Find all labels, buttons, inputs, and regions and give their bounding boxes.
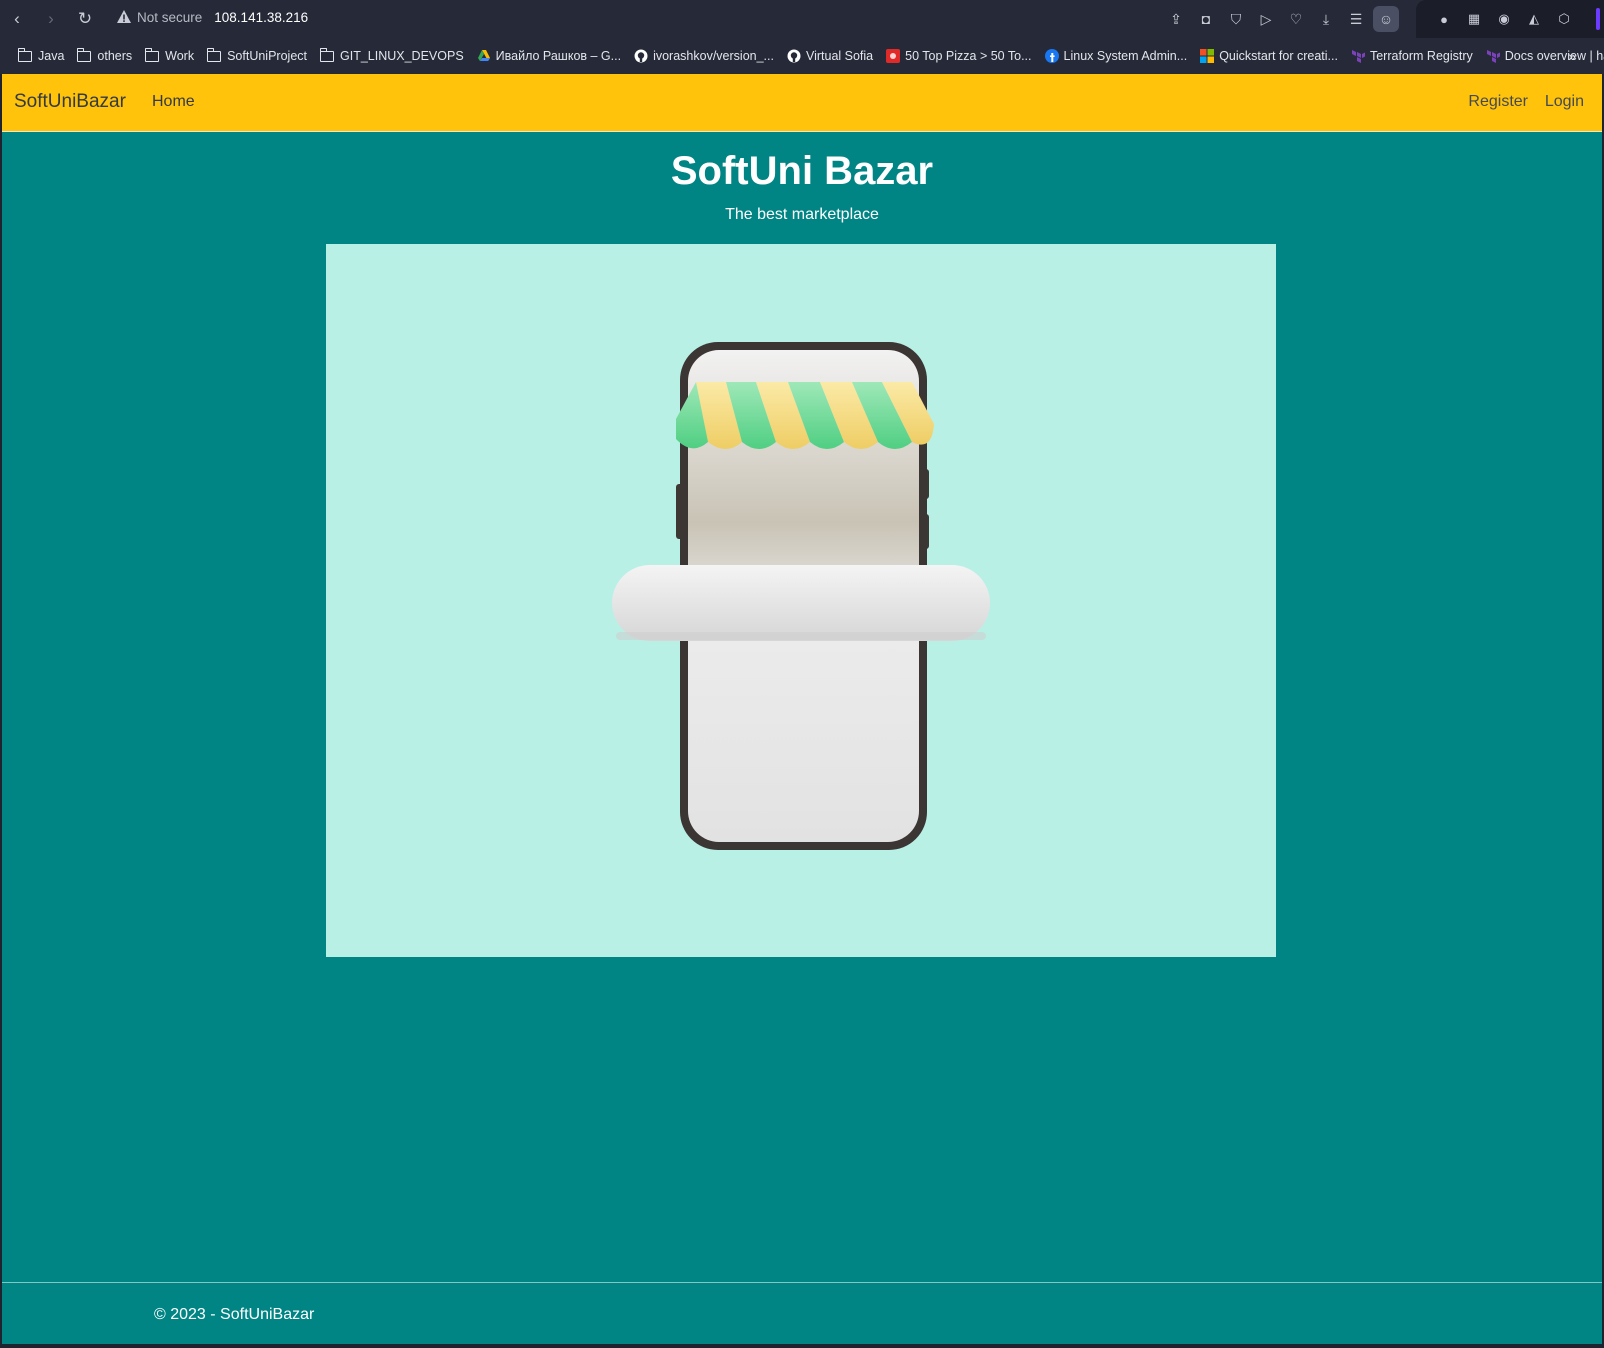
- extension-circle-icon[interactable]: ◉: [1492, 7, 1516, 31]
- github-icon: [634, 49, 648, 63]
- terraform-icon: [1486, 50, 1500, 63]
- play-icon[interactable]: ▷: [1253, 6, 1279, 32]
- hero-image: [326, 244, 1276, 957]
- phone-shop-illustration: [612, 342, 990, 850]
- share-icon[interactable]: ⇪: [1163, 6, 1189, 32]
- page-viewport: SoftUniBazar Home Register Login SoftUni…: [2, 74, 1602, 1344]
- brand-link[interactable]: SoftUniBazar: [14, 91, 126, 113]
- github-icon: [787, 49, 801, 63]
- page-subtitle: The best marketplace: [725, 206, 879, 223]
- facebook-icon: [1044, 49, 1059, 63]
- menu-icon[interactable]: ☰: [1343, 6, 1369, 32]
- browser-toolbar: ‹ › ↻ Not secure 108.141.38.216 ⇪ ◘ ⛉ ▷ …: [0, 0, 1604, 38]
- bookmark-folder[interactable]: SoftUniProject: [206, 47, 307, 63]
- footer-divider: [2, 1282, 1602, 1283]
- site-navbar: SoftUniBazar Home Register Login: [2, 74, 1602, 132]
- sidebar-handle[interactable]: [1596, 8, 1600, 30]
- awning: [676, 382, 934, 449]
- microsoft-icon: [1200, 49, 1215, 63]
- shield-icon[interactable]: ⛉: [1223, 6, 1249, 32]
- bookmarks-bar: Java others Work SoftUniProject GIT_LINU…: [0, 38, 1604, 74]
- folder-icon: [17, 47, 32, 62]
- forward-icon[interactable]: ›: [34, 4, 68, 34]
- folder-icon: [77, 47, 92, 62]
- address-bar[interactable]: Not secure 108.141.38.216: [116, 9, 308, 25]
- profile-icon[interactable]: ☺: [1373, 6, 1399, 32]
- bookmark-link[interactable]: 50 Top Pizza > 50 To...: [886, 49, 1032, 63]
- pizza-icon: [886, 49, 901, 63]
- extension-grid-icon[interactable]: ▦: [1462, 7, 1486, 31]
- bookmark-link[interactable]: Docs overview | has...: [1486, 49, 1604, 63]
- nav-login-link[interactable]: Login: [1545, 93, 1584, 111]
- bookmark-link[interactable]: Quickstart for creati...: [1200, 49, 1338, 63]
- bookmark-folder[interactable]: others: [77, 47, 132, 63]
- nav-register-link[interactable]: Register: [1468, 93, 1528, 111]
- heart-icon[interactable]: ♡: [1283, 6, 1309, 32]
- bookmark-folder[interactable]: GIT_LINUX_DEVOPS: [319, 47, 464, 63]
- nav-home-link[interactable]: Home: [152, 93, 195, 111]
- page-title: SoftUni Bazar: [670, 149, 934, 193]
- cube-icon[interactable]: ⬡: [1552, 7, 1576, 31]
- footer-copyright: © 2023 - SoftUniBazar: [154, 1306, 315, 1323]
- bookmark-link[interactable]: Linux System Admin...: [1044, 49, 1187, 63]
- bookmark-link[interactable]: Ивайло Рашков – G...: [477, 49, 621, 63]
- terraform-icon: [1351, 50, 1365, 63]
- folder-icon: [206, 47, 222, 62]
- warning-icon: [117, 10, 131, 23]
- not-secure-label: Not secure: [137, 9, 203, 25]
- bookmark-link[interactable]: ivorashkov/version_...: [634, 49, 774, 63]
- download-icon[interactable]: ⤓: [1313, 6, 1339, 32]
- folder-icon: [144, 47, 160, 62]
- bookmark-link[interactable]: Virtual Sofia: [787, 49, 873, 63]
- more-bookmarks-icon[interactable]: »: [1568, 48, 1576, 64]
- camera-icon[interactable]: ◘: [1193, 6, 1219, 32]
- reload-icon[interactable]: ↻: [68, 4, 102, 34]
- bookmark-folder[interactable]: Java: [17, 47, 64, 63]
- bookmark-link[interactable]: Terraform Registry: [1351, 49, 1473, 63]
- folder-icon: [319, 47, 334, 62]
- bookmark-folder[interactable]: Work: [144, 47, 194, 63]
- cookie-icon[interactable]: ●: [1432, 7, 1456, 31]
- extensions-panel: ● ▦ ◉ ◭ ⬡: [1416, 0, 1604, 38]
- back-icon[interactable]: ‹: [0, 4, 34, 34]
- url-text[interactable]: 108.141.38.216: [214, 10, 308, 25]
- extension-a-icon[interactable]: ◭: [1522, 7, 1546, 31]
- google-drive-icon: [477, 50, 490, 61]
